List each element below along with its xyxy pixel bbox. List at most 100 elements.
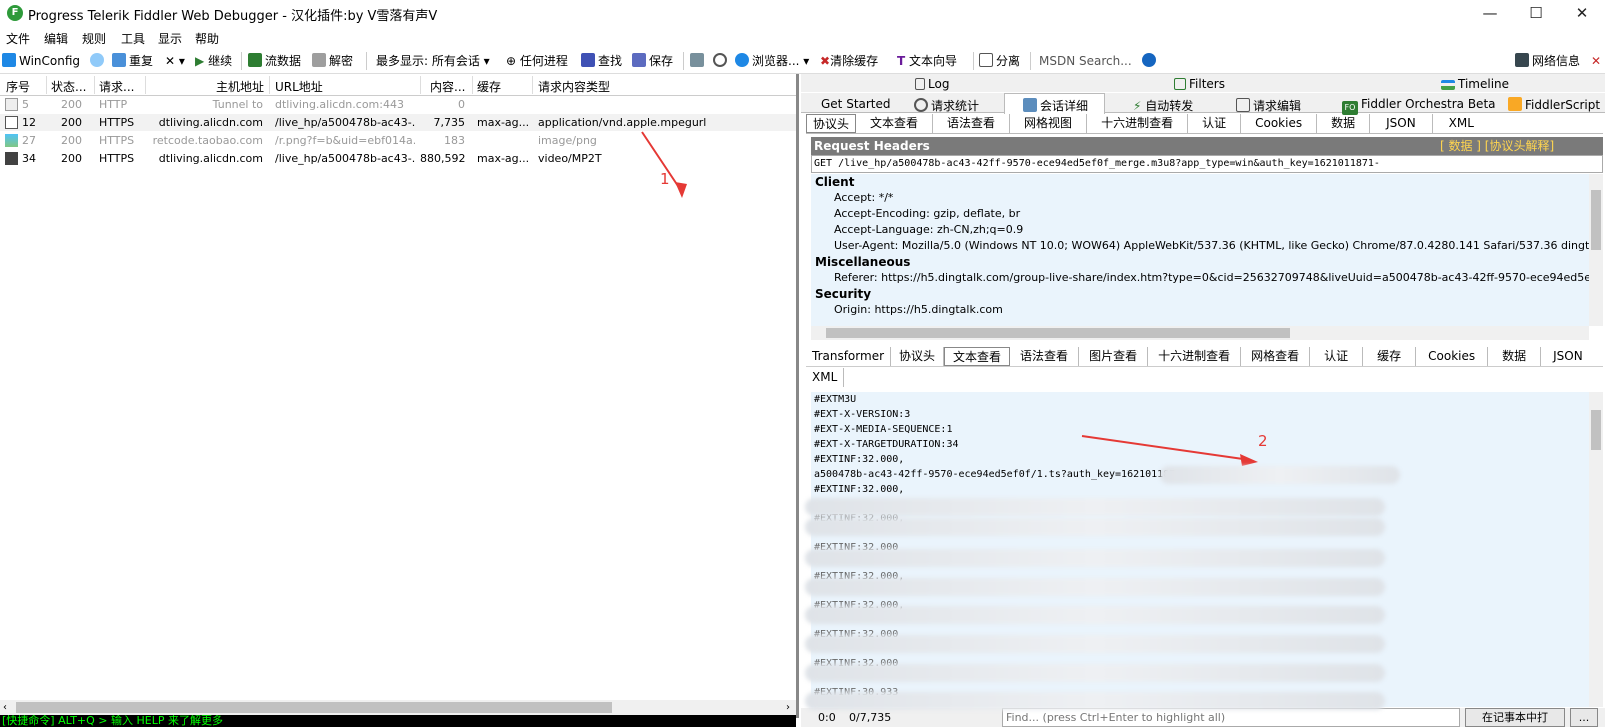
menu-tools[interactable]: 工具 — [121, 30, 145, 47]
request-headers-links[interactable]: [ 数据 ] [协议头解释] — [1440, 137, 1554, 155]
scroll-left-icon[interactable]: ‹ — [3, 700, 7, 715]
help-button[interactable] — [1142, 52, 1158, 70]
req-tab-xml[interactable]: XML — [1433, 114, 1490, 133]
text-wizard-button[interactable]: T 文本向导 — [897, 52, 957, 70]
toolbar-divider — [241, 52, 242, 70]
req-tab-auth[interactable]: 认证 — [1188, 114, 1242, 133]
header-group-title[interactable]: Client — [811, 174, 1589, 190]
remove-button[interactable]: ✕ ▾ — [165, 52, 185, 70]
req-tab-hexview[interactable]: 十六进制查看 — [1087, 114, 1189, 133]
view-in-notepad-button[interactable]: 在记事本中打 — [1465, 708, 1565, 727]
menu-bar — [0, 26, 1605, 48]
session-row[interactable]: 5 200 HTTP Tunnel to dtliving.alicdn.com:443… — [0, 96, 796, 113]
header-line: User-Agent: Mozilla/5.0 (Windows NT 10.0… — [834, 239, 1589, 252]
msdn-search-input[interactable]: MSDN Search... — [1039, 52, 1132, 70]
replay-label: 重复 — [129, 54, 154, 68]
tab-statistics[interactable]: 请求统计 — [914, 97, 979, 114]
resp-tab-webview[interactable]: 网格查看 — [1241, 347, 1311, 366]
resp-tab-raw[interactable]: 数据 — [1488, 347, 1542, 366]
timer-button[interactable] — [713, 52, 729, 70]
browse-button[interactable]: 浏览器... ▾ — [735, 52, 809, 70]
menu-view[interactable]: 显示 — [158, 30, 182, 47]
resp-tab-imageview[interactable]: 图片查看 — [1079, 347, 1149, 366]
save-button[interactable]: 保存 — [632, 52, 673, 70]
clear-cache-button[interactable]: ✖清除缓存 — [820, 52, 878, 70]
col-protocol[interactable]: 请求... — [99, 78, 134, 95]
fiddler-logo-icon: F — [7, 5, 23, 21]
any-process-button[interactable]: ⊕ 任何进程 — [506, 52, 568, 70]
screenshot-button[interactable] — [690, 52, 706, 70]
resp-tab-textview[interactable]: 文本查看 — [944, 347, 1011, 366]
req-tab-webforms[interactable]: 网格视图 — [1010, 114, 1088, 133]
go-button[interactable]: ▶ 继续 — [195, 52, 232, 70]
req-tab-textview[interactable]: 文本查看 — [856, 114, 934, 133]
resp-tab-xml[interactable]: XML — [806, 368, 845, 387]
close-icon[interactable]: ✕ — [1559, 0, 1605, 26]
header-group-title[interactable]: Miscellaneous — [811, 254, 1589, 270]
tab-fiddlerscript[interactable]: FiddlerScript — [1508, 97, 1600, 112]
tab-autoresponder[interactable]: ⚡ 自动转发 — [1133, 97, 1193, 114]
replay-button[interactable]: 重复 — [112, 52, 153, 70]
col-host[interactable]: 主机地址 — [216, 78, 264, 95]
minimize-icon[interactable]: — — [1467, 0, 1513, 26]
resp-tab-cookies[interactable]: Cookies — [1416, 347, 1489, 366]
tearoff-button[interactable]: 分离 — [979, 52, 1020, 70]
tab-statistics-label: 请求统计 — [931, 99, 980, 113]
session-url-cell: /live_hp/a500478b-ac43-... — [275, 116, 415, 129]
tab-log[interactable]: Log — [915, 77, 949, 91]
menu-rules[interactable]: 规则 — [82, 30, 106, 47]
tab-filters[interactable]: Filters — [1174, 77, 1225, 91]
resp-tab-caching[interactable]: 缓存 — [1363, 347, 1417, 366]
col-url[interactable]: URL地址 — [275, 78, 323, 95]
maximize-icon[interactable]: ☐ — [1513, 0, 1559, 26]
resp-tab-auth[interactable]: 认证 — [1310, 347, 1364, 366]
tab-get-started[interactable]: Get Started — [821, 97, 891, 111]
menu-file[interactable]: 文件 — [6, 30, 30, 47]
decode-button[interactable]: 解密 — [312, 52, 353, 70]
stream-button[interactable]: 流数据 — [248, 52, 301, 70]
headers-vscroll-thumb[interactable] — [1591, 190, 1601, 250]
help-icon — [1142, 53, 1156, 67]
header-group-title[interactable]: Security — [811, 286, 1589, 302]
winconfig-button[interactable]: WinConfig — [2, 52, 80, 70]
tab-composer[interactable]: 请求编辑 — [1236, 97, 1301, 114]
comment-button[interactable] — [90, 52, 106, 70]
resp-tab-syntaxview[interactable]: 语法查看 — [1010, 347, 1080, 366]
find-button[interactable]: 查找 — [581, 52, 622, 70]
menu-help[interactable]: 帮助 — [195, 30, 219, 47]
edit-icon — [1236, 98, 1250, 112]
tab-orchestra[interactable]: FO Fiddler Orchestra Beta — [1342, 97, 1496, 115]
resp-tab-json[interactable]: JSON — [1541, 347, 1595, 366]
image-icon — [5, 134, 18, 147]
find-input[interactable] — [1002, 708, 1460, 727]
scroll-right-icon[interactable]: › — [786, 700, 790, 715]
response-vscroll-thumb[interactable] — [1591, 410, 1601, 450]
sessions-hscroll-thumb[interactable] — [16, 702, 612, 713]
col-content-type[interactable]: 请求内容类型 — [538, 78, 610, 95]
req-tab-raw[interactable]: 数据 — [1317, 114, 1371, 133]
tab-inspectors[interactable]: 会话详细 — [1004, 93, 1106, 114]
more-button[interactable]: ... — [1570, 708, 1598, 727]
col-status[interactable]: 状态... — [51, 78, 86, 95]
resp-tab-transformer[interactable]: Transformer — [806, 347, 892, 366]
tab-timeline[interactable]: Timeline — [1441, 77, 1509, 91]
any-process-label: 任何进程 — [519, 54, 568, 68]
online-button[interactable]: 网络信息 — [1515, 52, 1580, 70]
col-caching[interactable]: 缓存 — [477, 78, 501, 95]
req-tab-headers[interactable]: 协议头 — [806, 114, 857, 133]
resp-tab-headers[interactable]: 协议头 — [891, 347, 945, 366]
col-id[interactable]: 序号 — [6, 78, 30, 95]
req-tab-json[interactable]: JSON — [1370, 114, 1433, 133]
remove-icon: ✕ — [165, 54, 176, 68]
req-tab-cookies[interactable]: Cookies — [1241, 114, 1318, 133]
req-tab-syntaxview[interactable]: 语法查看 — [933, 114, 1011, 133]
menu-edit[interactable]: 编辑 — [44, 30, 68, 47]
session-id-cell: 5 — [22, 98, 29, 111]
resp-tab-hexview[interactable]: 十六进制查看 — [1148, 347, 1242, 366]
keep-sessions-dropdown[interactable]: 最多显示: 所有会话 ▾ — [376, 52, 490, 70]
document-icon — [5, 116, 18, 129]
headers-hscroll-thumb[interactable] — [826, 328, 1290, 338]
close-toolbar-icon[interactable]: ✕ — [1591, 52, 1601, 70]
quickexec-bar[interactable]: [快捷命令] ALT+Q > 输入 HELP 来了解更多 — [0, 715, 796, 727]
col-body[interactable]: 内容... — [430, 78, 465, 95]
